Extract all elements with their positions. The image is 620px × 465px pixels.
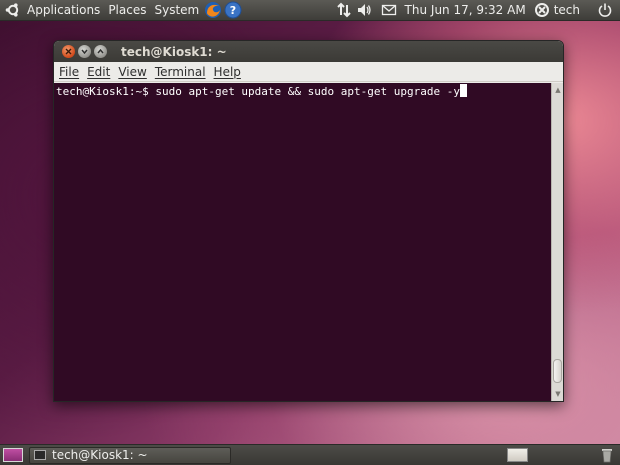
user-name[interactable]: tech bbox=[552, 3, 586, 17]
bottom-panel: tech@Kiosk1: ~ bbox=[0, 444, 620, 465]
applications-menu[interactable]: Applications bbox=[23, 3, 104, 17]
window-title: tech@Kiosk1: ~ bbox=[121, 44, 227, 59]
user-status-icon[interactable] bbox=[533, 1, 551, 19]
window-titlebar[interactable]: tech@Kiosk1: ~ bbox=[54, 41, 563, 62]
scroll-down-arrow-icon[interactable]: ▼ bbox=[552, 387, 563, 401]
terminal-window: tech@Kiosk1: ~ File Edit View Terminal H… bbox=[53, 40, 564, 402]
terminal-output[interactable]: tech@Kiosk1:~$ sudo apt-get update && su… bbox=[54, 83, 552, 401]
clock[interactable]: Thu Jun 17, 9:32 AM bbox=[399, 3, 532, 17]
trash-icon[interactable] bbox=[601, 447, 613, 463]
network-icon[interactable] bbox=[335, 1, 353, 19]
svg-text:?: ? bbox=[230, 4, 236, 17]
taskbar-label: tech@Kiosk1: ~ bbox=[52, 448, 148, 462]
terminal-icon bbox=[34, 450, 46, 460]
terminal-scrollbar[interactable]: ▲ ▼ bbox=[551, 83, 563, 401]
terminal-command: sudo apt-get update && sudo apt-get upgr… bbox=[155, 85, 460, 98]
taskbar-terminal-button[interactable]: tech@Kiosk1: ~ bbox=[29, 446, 231, 464]
mail-icon[interactable] bbox=[380, 1, 398, 19]
firefox-icon[interactable] bbox=[204, 1, 222, 19]
menu-help[interactable]: Help bbox=[211, 65, 244, 79]
power-icon[interactable] bbox=[596, 1, 614, 19]
maximize-button[interactable] bbox=[94, 45, 107, 58]
workspace-switcher[interactable] bbox=[507, 448, 528, 462]
help-icon[interactable]: ? bbox=[224, 1, 242, 19]
terminal-prompt: tech@Kiosk1:~$ bbox=[56, 85, 156, 98]
close-button[interactable] bbox=[62, 45, 75, 58]
show-desktop-icon[interactable] bbox=[3, 448, 23, 462]
terminal-cursor bbox=[459, 84, 467, 97]
places-menu[interactable]: Places bbox=[104, 3, 150, 17]
menu-edit[interactable]: Edit bbox=[84, 65, 113, 79]
menu-terminal[interactable]: Terminal bbox=[152, 65, 209, 79]
menu-view[interactable]: View bbox=[115, 65, 149, 79]
scrollbar-thumb[interactable] bbox=[553, 359, 562, 383]
system-menu[interactable]: System bbox=[150, 3, 203, 17]
window-menubar: File Edit View Terminal Help bbox=[54, 62, 563, 82]
scroll-up-arrow-icon[interactable]: ▲ bbox=[552, 83, 563, 97]
menu-file[interactable]: File bbox=[56, 65, 82, 79]
minimize-button[interactable] bbox=[78, 45, 91, 58]
volume-icon[interactable] bbox=[355, 1, 373, 19]
top-panel: Applications Places System ? Thu Jun 17,… bbox=[0, 0, 620, 21]
ubuntu-logo-icon[interactable] bbox=[5, 2, 21, 18]
